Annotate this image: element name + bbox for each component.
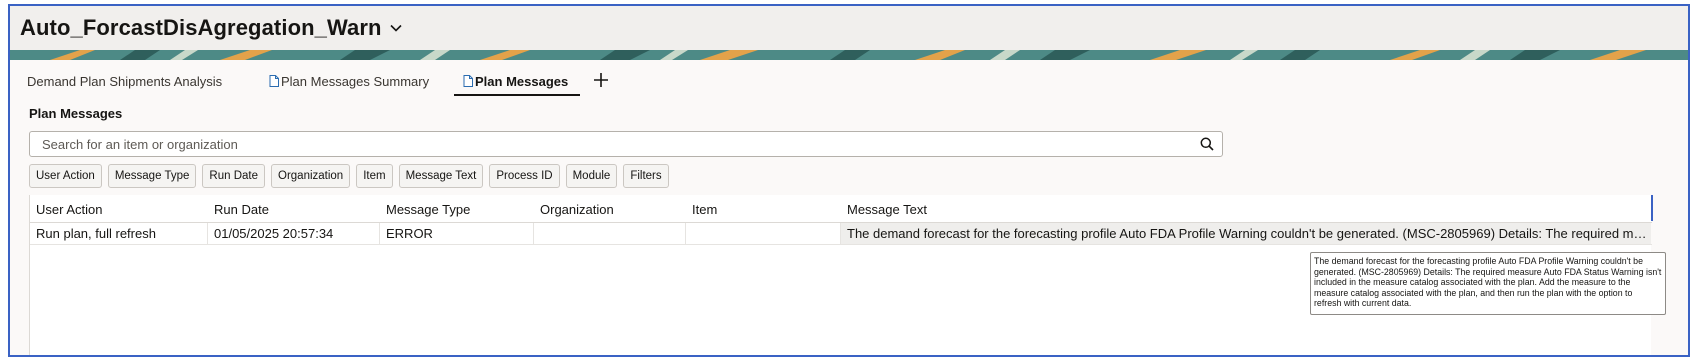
tab-plan-messages[interactable]: Plan Messages [463,72,568,90]
cell-message-text[interactable]: The demand forecast for the forecasting … [841,223,1651,244]
plus-icon[interactable] [590,69,612,91]
filter-chips: User Action Message Type Run Date Organi… [29,164,669,188]
tab-label: Plan Messages [475,73,569,89]
filter-chip-process-id[interactable]: Process ID [489,164,560,188]
cell-item [686,223,841,244]
page-title: Auto_ForcastDisAgregation_Warn [20,15,382,40]
column-header-organization[interactable]: Organization [534,195,686,223]
search-input[interactable] [42,136,1192,152]
app-window: Auto_ForcastDisAgregation_Warn Demand Pl… [8,4,1690,357]
column-header-user-action[interactable]: User Action [30,195,208,223]
section-title: Plan Messages [29,106,123,121]
column-header-run-date[interactable]: Run Date [208,195,380,223]
column-header-message-type[interactable]: Message Type [380,195,534,223]
column-header-item[interactable]: Item [686,195,841,223]
active-tab-indicator [454,94,580,96]
search-icon[interactable] [1192,132,1222,156]
message-text-tooltip: The demand forecast for the forecasting … [1310,252,1666,315]
table-row[interactable]: Run plan, full refresh 01/05/2025 20:57:… [30,223,1652,245]
filter-chip-module[interactable]: Module [565,164,618,188]
document-icon [269,75,279,87]
cell-user-action: Run plan, full refresh [30,223,208,244]
tab-label: Demand Plan Shipments Analysis [27,73,223,89]
column-resize-handle[interactable] [1651,195,1653,221]
filter-chip-run-date[interactable]: Run Date [202,164,265,188]
document-icon [463,75,473,87]
tab-bar: Demand Plan Shipments Analysis Plan Mess… [10,60,1688,100]
column-header-message-text[interactable]: Message Text [841,195,1651,223]
filter-chip-item[interactable]: Item [356,164,393,188]
filter-chip-message-text[interactable]: Message Text [398,164,484,188]
table-header: User Action Run Date Message Type Organi… [30,195,1653,223]
search-field[interactable] [29,131,1223,157]
decorative-banner [10,50,1688,60]
filter-chip-user-action[interactable]: User Action [29,164,102,188]
cell-organization [534,223,686,244]
chevron-down-icon[interactable] [390,24,402,32]
title-bar: Auto_ForcastDisAgregation_Warn [10,6,1688,50]
filter-chip-organization[interactable]: Organization [271,164,351,188]
tab-demand-plan-shipments-analysis[interactable]: Demand Plan Shipments Analysis [27,72,222,90]
cell-run-date: 01/05/2025 20:57:34 [208,223,380,244]
tab-plan-messages-summary[interactable]: Plan Messages Summary [269,72,429,90]
cell-message-type: ERROR [380,223,534,244]
filter-chip-message-type[interactable]: Message Type [107,164,197,188]
tab-label: Plan Messages Summary [281,73,430,89]
filter-chip-filters[interactable]: Filters [623,164,669,188]
